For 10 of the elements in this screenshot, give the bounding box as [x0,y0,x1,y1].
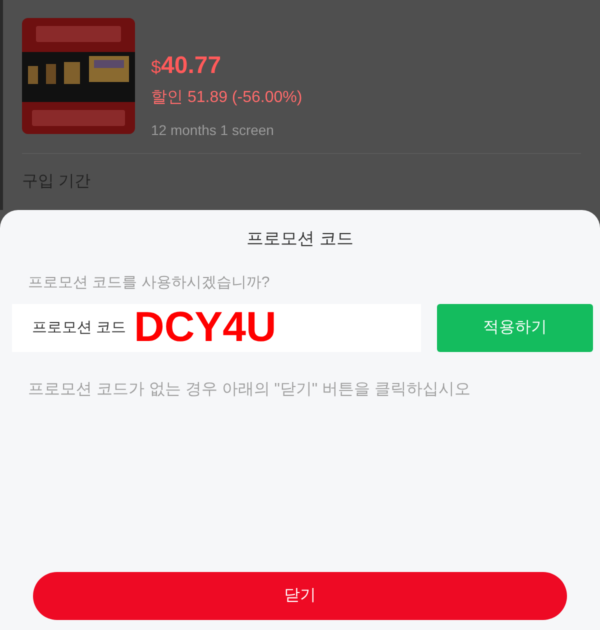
discount-text: 할인 51.89 (-56.00%) [151,88,302,108]
sheet-title: 프로모션 코드 [246,228,354,250]
apply-button[interactable]: 적용하기 [437,304,593,352]
plan-text: 12 months 1 screen [151,121,275,140]
price: 40.77 [161,51,222,81]
annotation-text: DCY4U [134,302,276,352]
hint-text: 프로모션 코드가 없는 경우 아래의 "닫기" 버튼을 클릭하십시오 [28,380,472,400]
currency-symbol: $ [151,57,162,79]
question-text: 프로모션 코드를 사용하시겠습니까? [28,272,271,292]
close-button[interactable]: 닫기 [33,572,567,620]
